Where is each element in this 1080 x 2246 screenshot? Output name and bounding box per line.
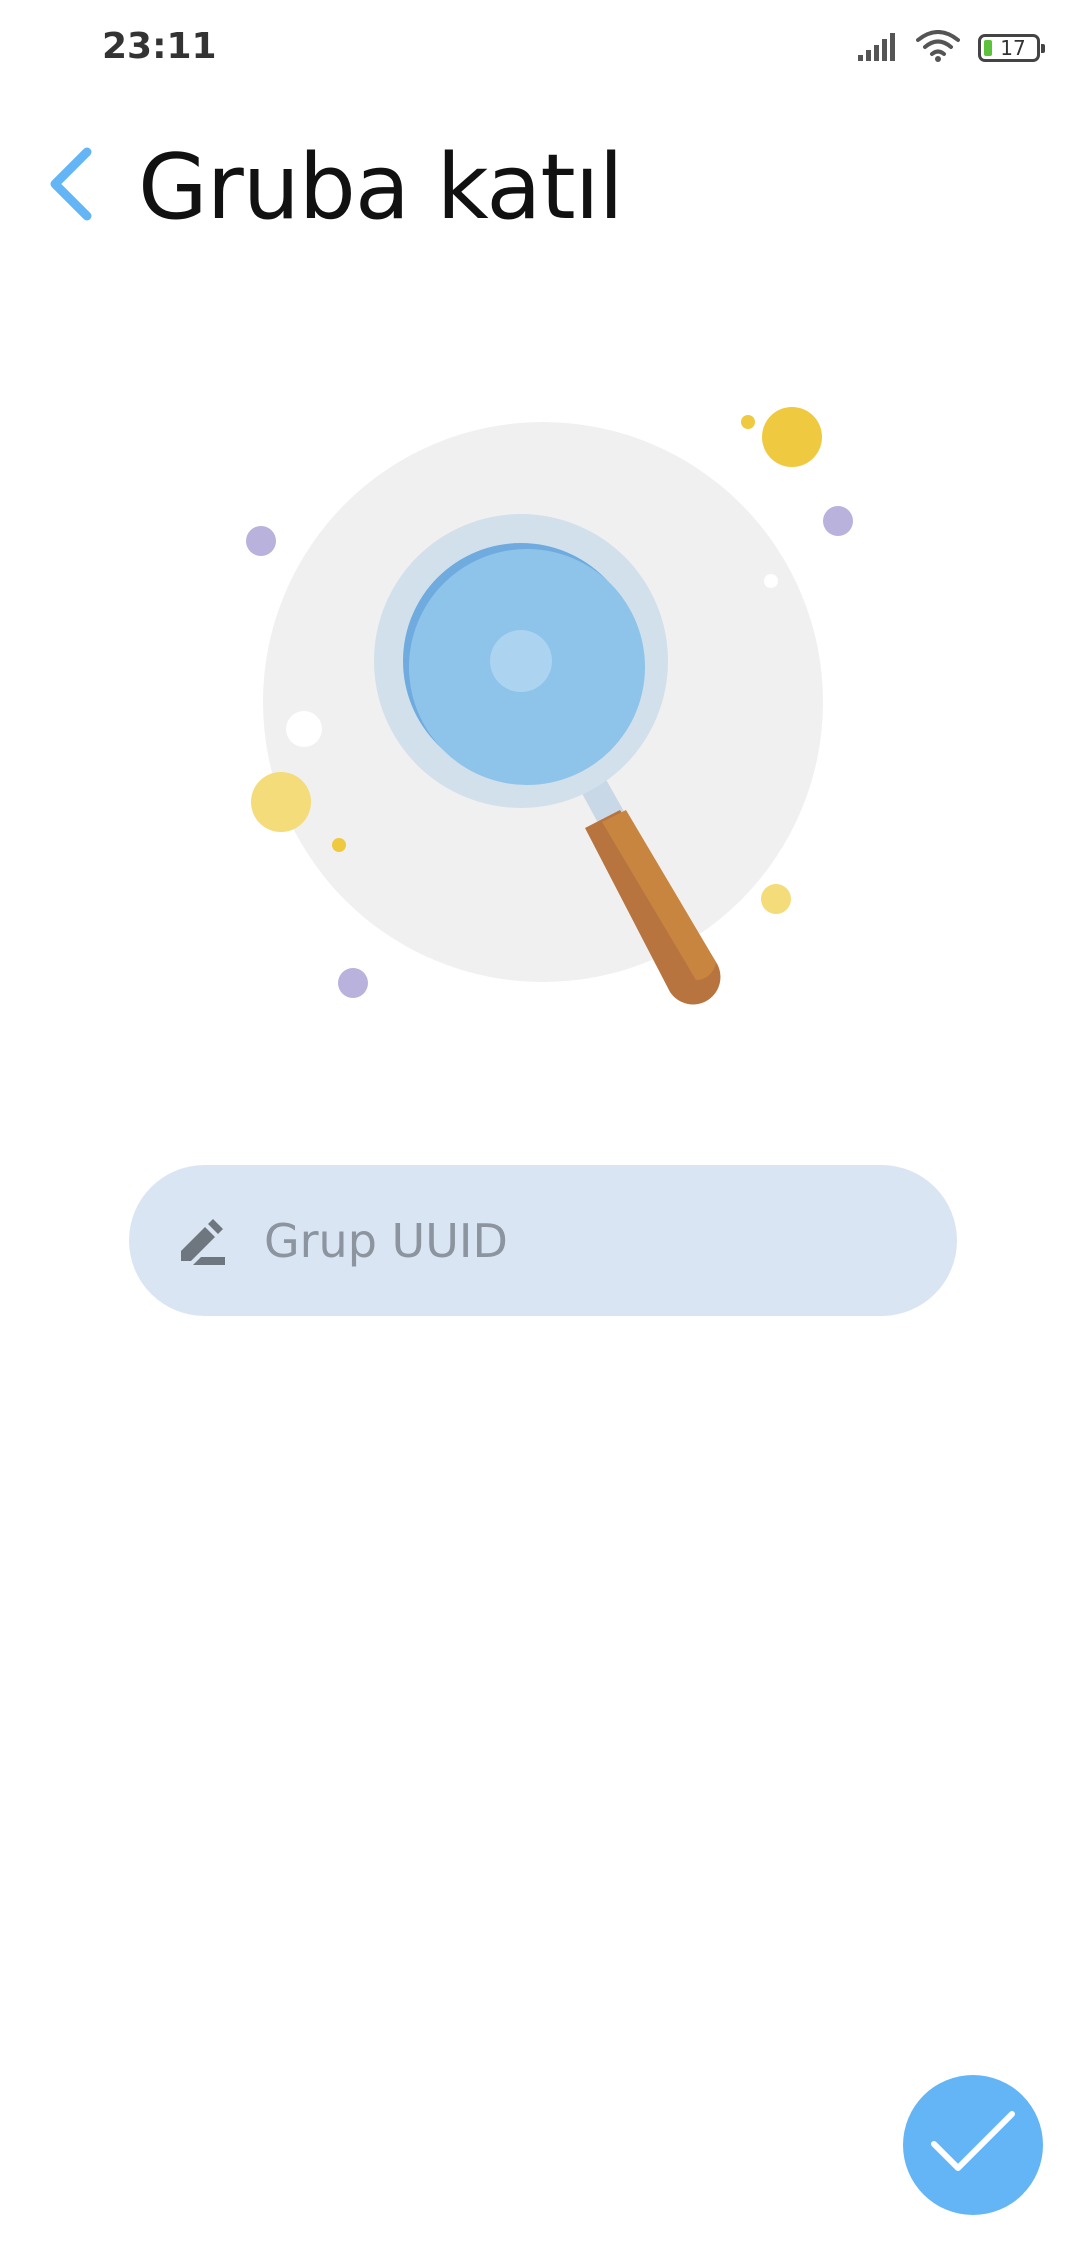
group-uuid-input[interactable] bbox=[264, 1185, 914, 1296]
wifi-icon bbox=[916, 29, 960, 67]
checkmark-icon bbox=[928, 2108, 1018, 2183]
status-icons: 17 bbox=[858, 28, 1045, 68]
group-uuid-field[interactable] bbox=[129, 1165, 957, 1316]
status-time: 23:11 bbox=[102, 26, 217, 67]
edit-pencil-icon bbox=[173, 1217, 229, 1267]
confirm-button[interactable] bbox=[903, 2075, 1043, 2215]
app-bar: Gruba katıl bbox=[0, 120, 1080, 250]
battery-fill bbox=[984, 40, 992, 56]
magnifying-glass-illustration bbox=[220, 380, 860, 1040]
signal-icon bbox=[858, 31, 898, 66]
battery-level: 17 bbox=[1000, 36, 1026, 60]
chevron-left-icon bbox=[45, 146, 95, 227]
battery-icon: 17 bbox=[978, 34, 1045, 62]
status-bar: 23:11 17 bbox=[0, 0, 1080, 96]
back-button[interactable] bbox=[30, 138, 110, 234]
page-title: Gruba katıl bbox=[138, 135, 624, 240]
